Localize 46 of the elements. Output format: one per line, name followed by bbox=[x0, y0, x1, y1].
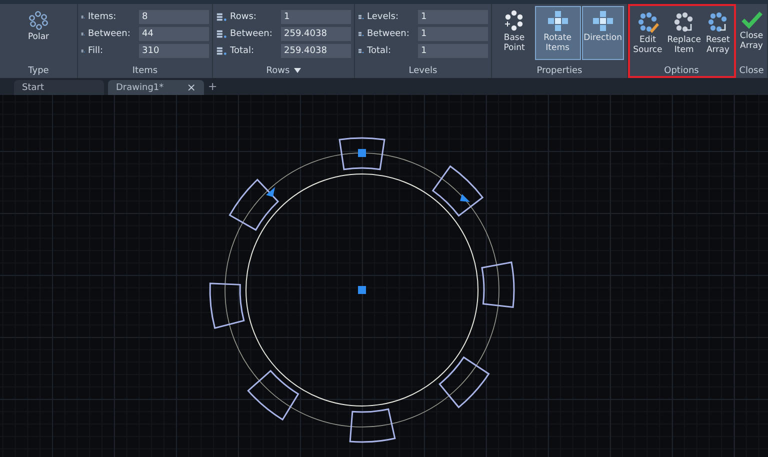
panel-title: Items bbox=[131, 64, 159, 78]
panel-title: Levels bbox=[408, 64, 438, 78]
field-label: Levels: bbox=[367, 12, 400, 22]
panel-title: Close bbox=[738, 64, 765, 78]
number-field[interactable]: 259.4038 bbox=[281, 44, 351, 58]
number-field[interactable]: 1 bbox=[418, 44, 488, 58]
ribbon-button[interactable]: Edit Source bbox=[631, 8, 664, 62]
caret-icon[interactable] bbox=[294, 68, 301, 73]
field-label: Total: bbox=[367, 46, 392, 56]
number-field[interactable]: 8 bbox=[139, 10, 209, 24]
number-field[interactable]: 1 bbox=[418, 26, 488, 40]
number-field[interactable]: 1 bbox=[281, 10, 351, 24]
number-field[interactable]: 259.4038 bbox=[281, 26, 351, 40]
field-icon bbox=[216, 28, 227, 40]
number-field[interactable]: 310 bbox=[139, 44, 209, 58]
polar-dots-icon bbox=[28, 10, 50, 30]
panel-title: Type bbox=[27, 64, 50, 78]
field-label: Items: bbox=[88, 12, 118, 22]
ribbon-button[interactable]: Reset Array bbox=[704, 8, 732, 62]
ribbon-button[interactable]: Close Array bbox=[738, 6, 766, 60]
polar-button[interactable]: Polar bbox=[26, 6, 52, 60]
ribbon-button[interactable]: Rotate Items bbox=[534, 6, 581, 60]
field-label: Between: bbox=[88, 28, 132, 38]
panel-title: Properties bbox=[536, 64, 584, 78]
close-icon[interactable]: × bbox=[186, 81, 196, 94]
document-tab[interactable]: Start bbox=[14, 80, 104, 95]
field-label: Total: bbox=[230, 46, 256, 56]
field-icon bbox=[216, 10, 227, 22]
field-label: Between: bbox=[367, 28, 410, 38]
field-label: Rows: bbox=[230, 12, 258, 22]
field-icon bbox=[216, 44, 227, 56]
number-field[interactable]: 44 bbox=[139, 26, 209, 40]
panel-title: Options bbox=[663, 65, 700, 78]
field-label: Between: bbox=[230, 28, 274, 38]
new-tab-button[interactable]: + bbox=[208, 80, 218, 93]
checkmark-icon bbox=[740, 10, 762, 30]
ribbon-button[interactable]: Direction bbox=[582, 6, 624, 60]
field-label: Fill: bbox=[88, 46, 104, 56]
panel-title[interactable]: Rows bbox=[266, 66, 290, 76]
document-tab[interactable]: Drawing1* × bbox=[108, 80, 204, 95]
ribbon-button[interactable]: Replace Item bbox=[665, 8, 703, 62]
squares-icon bbox=[546, 10, 570, 32]
pencil-dots-icon bbox=[636, 12, 660, 34]
ribbon-button[interactable]: Base Point bbox=[495, 6, 534, 60]
number-field[interactable]: 1 bbox=[418, 10, 488, 24]
squares-icon bbox=[590, 10, 615, 32]
